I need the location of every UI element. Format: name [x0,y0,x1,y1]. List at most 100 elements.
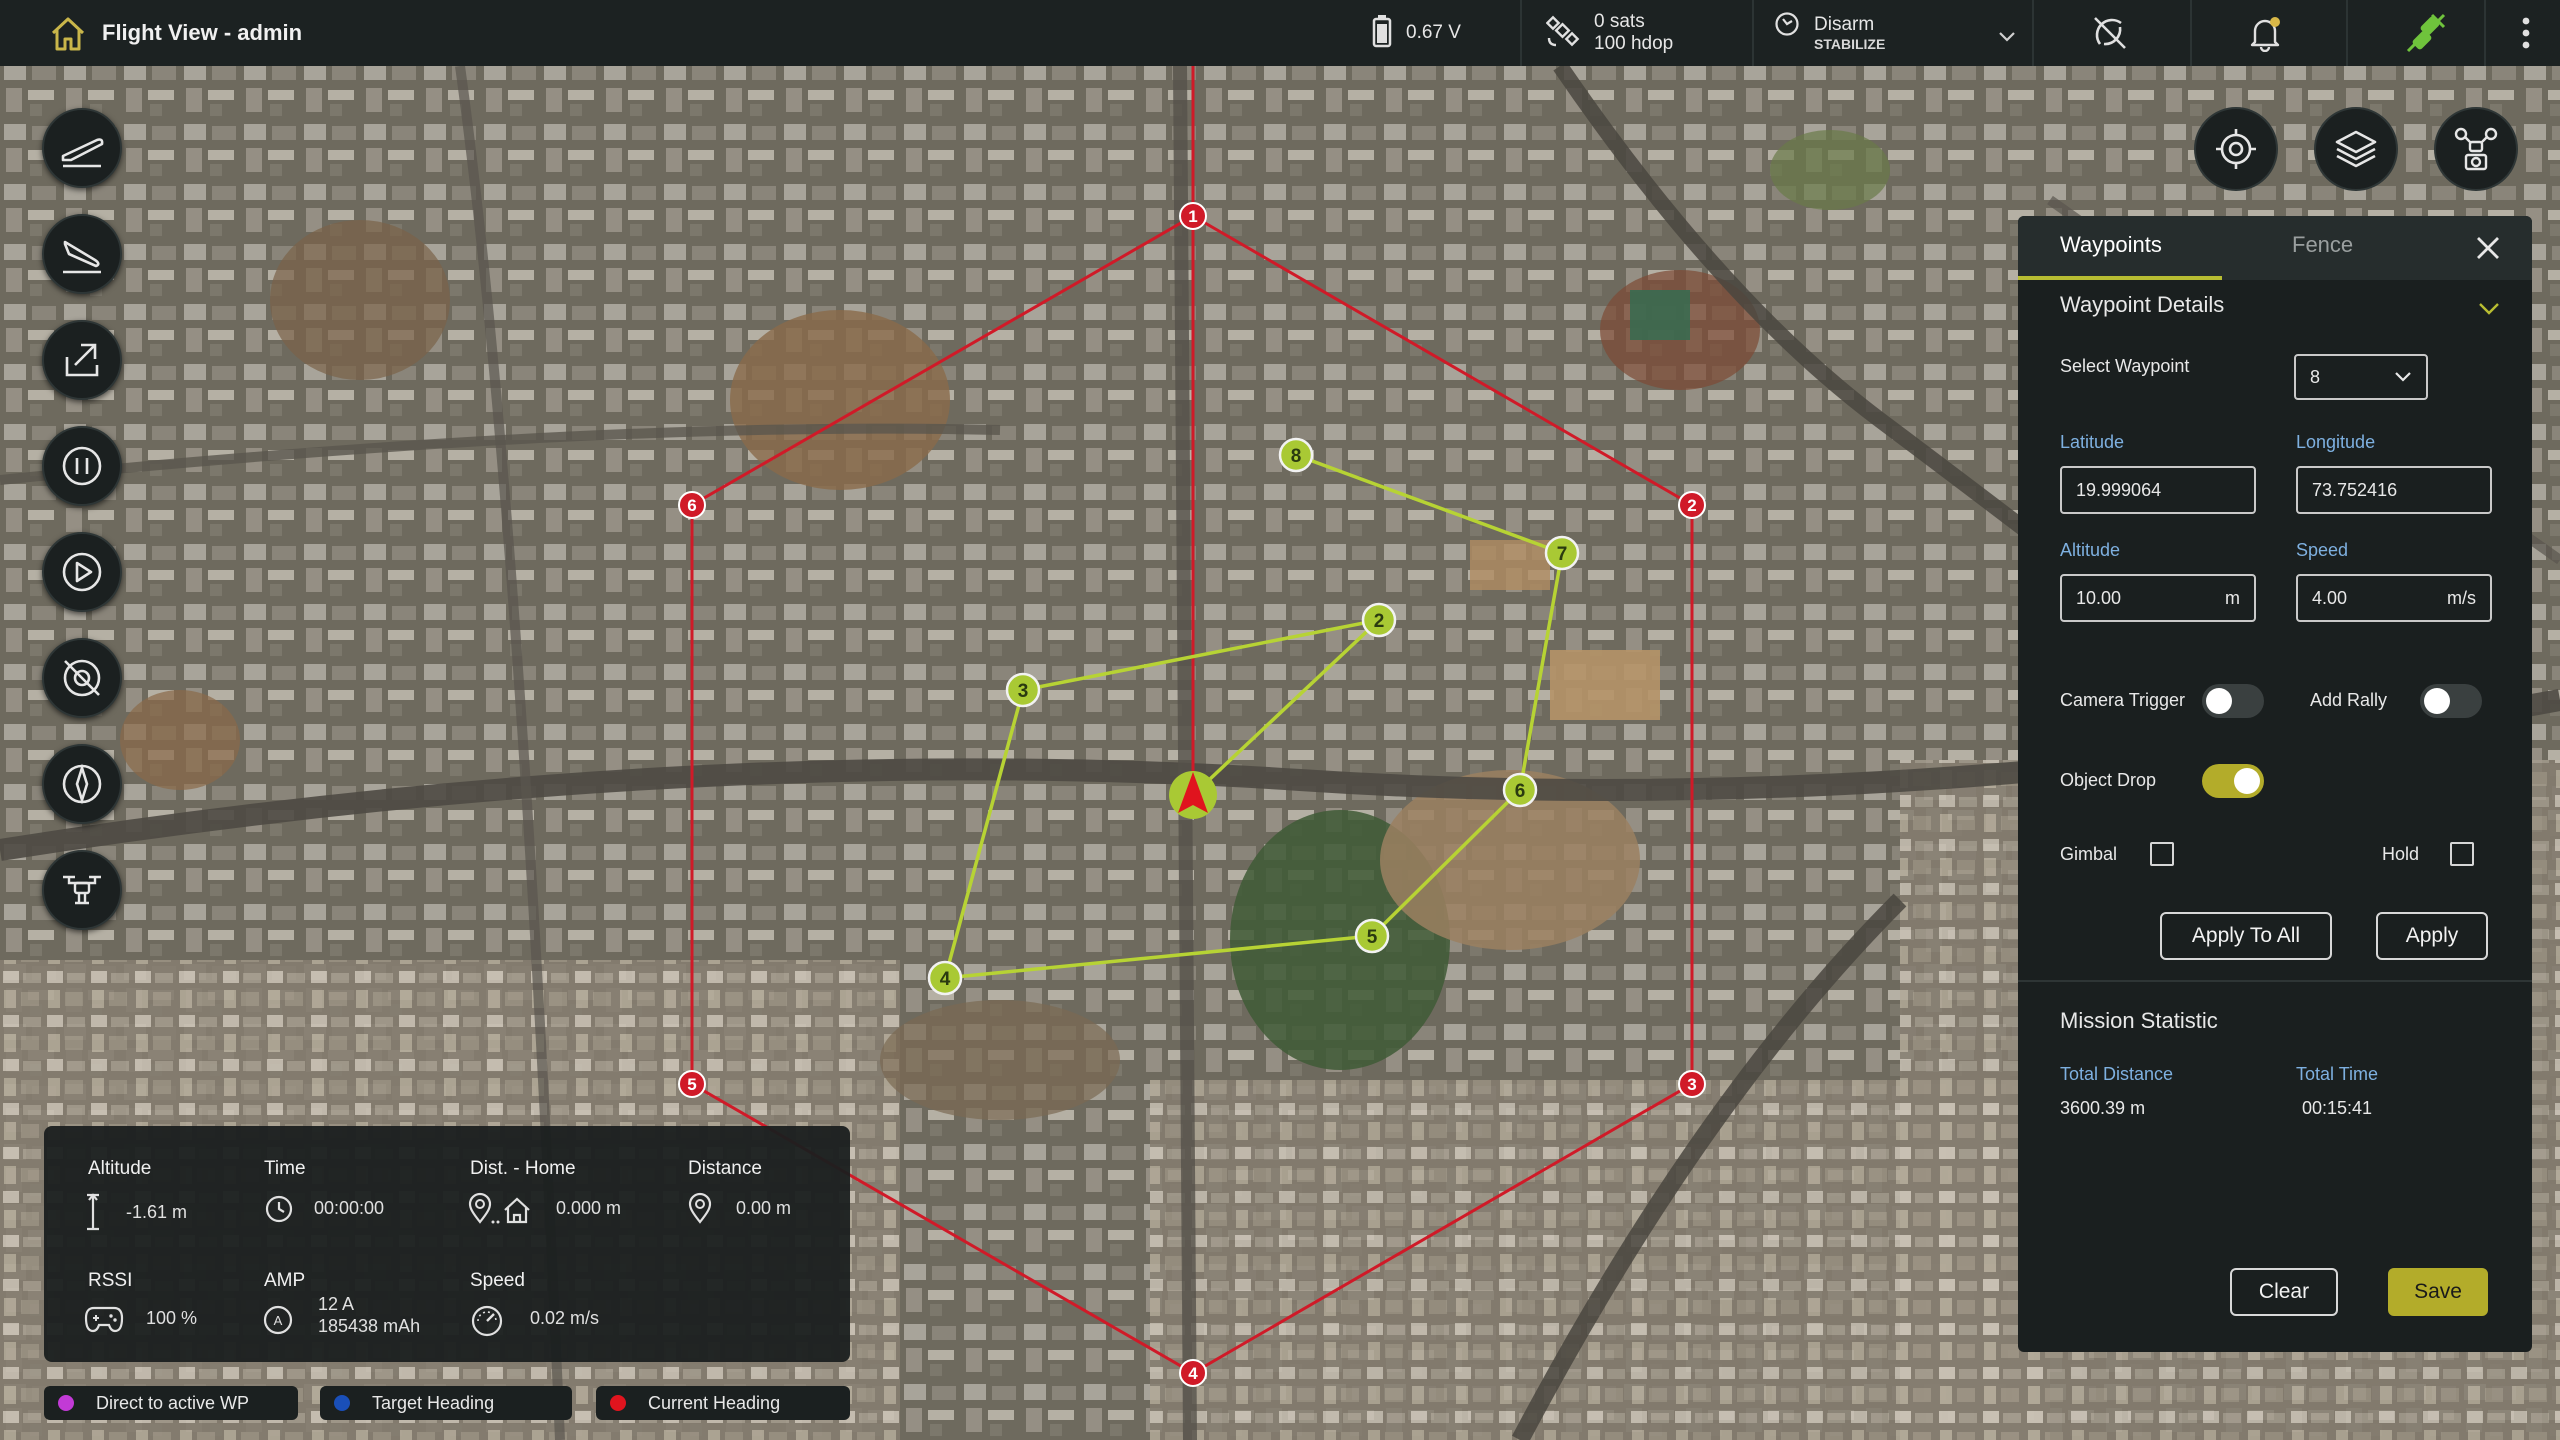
no-camera-icon[interactable] [42,638,122,718]
battery-status: 0.67 V [1372,0,1461,66]
close-icon[interactable] [2474,234,2502,267]
mission-waypoint[interactable]: 5 [1354,918,1390,954]
compass-icon[interactable] [42,744,122,824]
divider [2484,0,2486,66]
fence-point[interactable]: 4 [1179,1359,1207,1387]
gimbal-checkbox[interactable] [2150,842,2174,866]
legend-dot [610,1395,626,1411]
legend-target-heading: Target Heading [320,1386,572,1420]
sats-value: 0 sats [1594,11,1645,32]
toggle-knob [2206,688,2232,714]
legend-direct-wp: Direct to active WP [44,1386,298,1420]
svg-text:4: 4 [940,969,951,990]
amp-label: AMP [264,1270,306,1291]
gimbal-label: Gimbal [2060,844,2118,864]
divider [2190,0,2192,66]
clear-button[interactable]: Clear [2230,1268,2338,1316]
hdop-value: 100 hdop [1594,33,1674,54]
apply-to-all-button[interactable]: Apply To All [2160,912,2332,960]
clock-icon [264,1194,294,1229]
svg-text:5: 5 [1367,927,1378,948]
save-button[interactable]: Save [2388,1268,2488,1316]
dist-home-value: 0.000 m [556,1198,622,1218]
layers-icon[interactable] [2314,107,2398,191]
play-icon[interactable] [42,532,122,612]
fence-point[interactable]: 2 [1678,491,1706,519]
svg-text:A: A [274,1313,283,1328]
divider [2346,0,2348,66]
voltage-value: 0.67 V [1406,22,1461,43]
camera-trigger-toggle[interactable] [2202,684,2264,718]
add-rally-toggle[interactable] [2420,684,2482,718]
distance-label: Distance [688,1158,762,1179]
select-waypoint-label: Select Waypoint [2060,356,2190,376]
panel-tabs: Waypoints Fence [2018,216,2532,280]
total-distance-label: Total Distance [2060,1064,2174,1084]
connection-icon[interactable] [2404,0,2448,66]
locate-icon[interactable] [2194,107,2278,191]
latitude-input[interactable]: 19.999064 [2060,466,2256,514]
mission-waypoint[interactable]: 2 [1361,602,1397,638]
drone-camera-icon[interactable] [2434,107,2518,191]
fence-point[interactable]: 3 [1678,1070,1706,1098]
takeoff-icon[interactable] [42,108,122,188]
chevron-down-icon [2395,372,2411,382]
vehicle-marker[interactable] [1169,771,1217,819]
speed-unit: m/s [2447,587,2476,608]
svg-text:5: 5 [687,1075,696,1094]
mission-waypoint[interactable]: 6 [1502,772,1538,808]
svg-text:3: 3 [1687,1075,1696,1094]
fence-point[interactable]: 1 [1179,202,1207,230]
svg-text:2: 2 [1687,496,1696,515]
svg-text:2: 2 [1374,611,1385,632]
legend-dot [334,1395,350,1411]
chevron-down-icon[interactable] [2478,302,2500,321]
apply-button[interactable]: Apply [2376,912,2488,960]
mission-waypoint[interactable]: 3 [1005,672,1041,708]
legend-label: Direct to active WP [96,1392,250,1413]
object-drop-toggle[interactable] [2202,764,2264,798]
drone-icon[interactable] [42,850,122,930]
dist-home-label: Dist. - Home [470,1158,576,1179]
hold-checkbox[interactable] [2450,842,2474,866]
altitude-icon [84,1192,102,1237]
tab-fence[interactable]: Fence [2292,232,2353,258]
latitude-label: Latitude [2060,432,2125,452]
legend-label: Target Heading [372,1392,495,1413]
speed-input[interactable]: 4.00 m/s [2296,574,2492,622]
land-icon[interactable] [42,214,122,294]
amp-current-value: 12 A [318,1294,355,1314]
hold-label: Hold [2382,844,2420,864]
location-home-icon [468,1192,534,1231]
pause-icon[interactable] [42,426,122,506]
svg-text:8: 8 [1291,446,1302,467]
longitude-input[interactable]: 73.752416 [2296,466,2492,514]
mission-waypoint[interactable]: 4 [927,960,963,996]
toggle-knob [2234,768,2260,794]
mission-waypoint[interactable]: 7 [1544,535,1580,571]
time-label: Time [264,1158,306,1179]
mission-waypoint[interactable]: 8 [1278,437,1314,473]
rssi-value: 100 % [146,1308,198,1328]
fence-point[interactable]: 5 [678,1070,706,1098]
svg-text:6: 6 [1515,781,1526,802]
gps-status: 0 sats 100 hdop [1545,0,1674,66]
mode-selector[interactable]: Disarm STABILIZE [1774,0,2024,66]
more-options-icon[interactable] [2520,0,2532,66]
svg-text:7: 7 [1557,544,1568,565]
home-icon[interactable] [48,14,88,54]
total-time-label: Total Time [2296,1064,2379,1084]
altitude-input[interactable]: 10.00 m [2060,574,2256,622]
speed-value: 0.02 m/s [530,1308,600,1328]
no-camera-icon[interactable] [2090,0,2130,66]
return-home-icon[interactable] [42,320,122,400]
notification-bell-icon[interactable] [2246,0,2284,66]
total-distance-value: 3600.39 m [2060,1098,2146,1118]
waypoint-select[interactable]: 8 [2294,354,2428,400]
waypoint-select-value: 8 [2310,366,2321,387]
tab-waypoints[interactable]: Waypoints [2060,232,2162,258]
chevron-down-icon [1998,30,2016,48]
ampere-icon: A [262,1304,294,1341]
fence-point[interactable]: 6 [678,491,706,519]
telemetry-panel: Altitude -1.61 m Time 00:00:00 Dist. - H… [44,1126,850,1362]
